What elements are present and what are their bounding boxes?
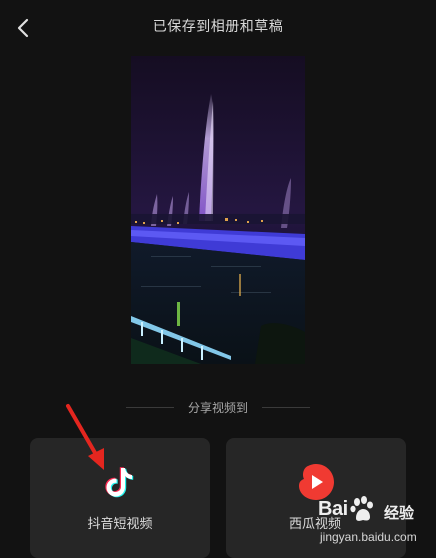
xigua-label: 西瓜视频 — [289, 517, 342, 532]
share-xigua-button[interactable]: 西瓜视频 — [226, 438, 406, 558]
douyin-label: 抖音短视频 — [87, 517, 153, 532]
video-preview[interactable] — [131, 56, 305, 364]
page-title: 已保存到相册和草稿 — [152, 19, 284, 35]
top-bar: 已保存到相册和草稿 — [0, 0, 436, 52]
xigua-icon — [299, 464, 334, 500]
video-thumbnail-image — [131, 56, 305, 364]
divider-right — [262, 407, 310, 408]
share-douyin-button[interactable]: 抖音短视频 — [30, 438, 210, 558]
share-section-header: 分享视频到 — [0, 398, 436, 418]
douyin-icon — [105, 467, 134, 498]
share-title: 分享视频到 — [187, 401, 248, 415]
